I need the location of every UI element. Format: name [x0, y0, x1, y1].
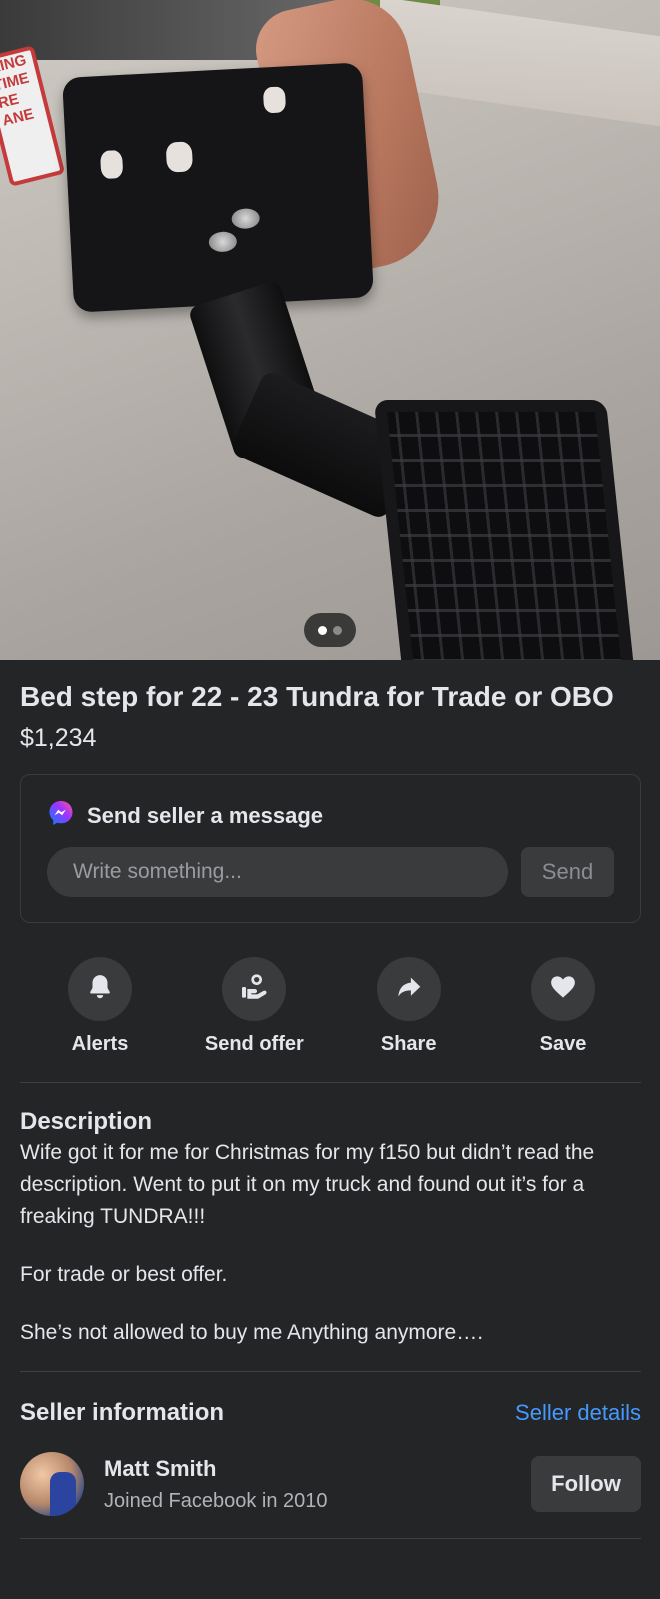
heart-icon — [548, 972, 578, 1007]
messenger-icon — [47, 799, 75, 832]
carousel-dot — [333, 625, 342, 635]
listing-photo[interactable]: KING TIME RE ANE — [0, 0, 660, 660]
seller-info: Matt Smith Joined Facebook in 2010 — [104, 1456, 328, 1513]
bracket-hole — [165, 141, 194, 173]
bracket-hole — [262, 86, 287, 114]
seller-avatar[interactable] — [20, 1452, 84, 1516]
description-paragraph: She’s not allowed to buy me Anything any… — [20, 1321, 484, 1344]
share-circle — [376, 957, 441, 1021]
bracket-bolt — [231, 207, 261, 230]
seller-information-title: Seller information — [20, 1399, 225, 1426]
seller-details-link[interactable]: Seller details — [515, 1400, 641, 1426]
listing-details: Bed step for 22 - 23 Tundra for Trade or… — [0, 660, 660, 1539]
seller-name[interactable]: Matt Smith — [104, 1456, 328, 1482]
save-circle — [530, 957, 595, 1021]
divider — [20, 1538, 641, 1539]
message-input[interactable] — [47, 847, 508, 897]
follow-button[interactable]: Follow — [531, 1456, 641, 1512]
send-offer-button[interactable]: Send offer — [194, 957, 314, 1056]
description-title: Description — [20, 1108, 153, 1135]
seller-information-header: Seller information Seller details — [20, 1398, 641, 1428]
send-message-card: Send seller a message Send — [20, 774, 641, 923]
share-label: Share — [380, 1033, 437, 1055]
divider — [20, 1371, 641, 1372]
send-message-header: Send seller a message — [47, 799, 323, 832]
seller-joined-date: Joined Facebook in 2010 — [104, 1489, 328, 1512]
bracket-bolt — [208, 231, 238, 253]
share-button[interactable]: Share — [349, 957, 469, 1056]
description-section: Description Wife got it for me for Chris… — [20, 1107, 640, 1349]
listing-title: Bed step for 22 - 23 Tundra for Trade or… — [20, 681, 614, 712]
alerts-label: Alerts — [71, 1033, 129, 1055]
alerts-button[interactable]: Alerts — [40, 957, 160, 1056]
action-bar: Alerts Send offer Share Save — [20, 957, 641, 1056]
listing-price: $1,234 — [20, 724, 97, 752]
offer-icon — [238, 971, 270, 1008]
photo-parking-sign: KING TIME RE ANE — [0, 45, 66, 187]
send-message-label: Send seller a message — [87, 802, 324, 828]
send-offer-label: Send offer — [204, 1033, 304, 1055]
save-button[interactable]: Save — [503, 957, 623, 1056]
send-offer-circle — [222, 957, 287, 1021]
photo-background-curb — [380, 0, 660, 130]
save-label: Save — [539, 1033, 587, 1055]
photo-step-bracket — [62, 62, 374, 313]
description-paragraph: For trade or best offer. — [20, 1263, 228, 1286]
share-icon — [394, 972, 424, 1007]
seller-row: Matt Smith Joined Facebook in 2010 Follo… — [20, 1452, 641, 1516]
alerts-circle — [68, 957, 132, 1021]
carousel-indicator — [304, 613, 356, 647]
photo-step-pad — [373, 400, 635, 660]
bracket-hole — [99, 149, 124, 180]
bell-icon — [85, 972, 115, 1007]
description-paragraph: Wife got it for me for Christmas for my … — [20, 1141, 595, 1228]
send-button[interactable]: Send — [521, 847, 614, 897]
carousel-dot-active — [318, 625, 327, 635]
divider — [20, 1082, 641, 1083]
